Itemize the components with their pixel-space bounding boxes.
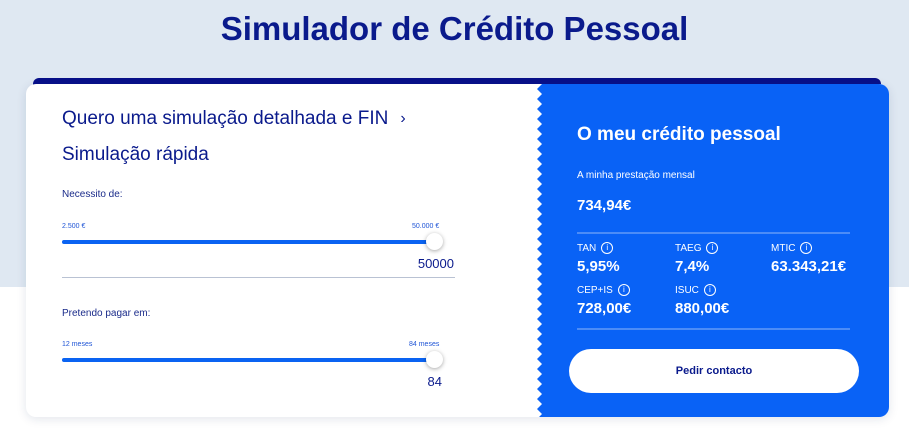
stat-isuc-value: 880,00€ — [675, 300, 730, 317]
term-max-label: 84 meses — [409, 341, 440, 348]
stat-cep-is: CEP+IS i 728,00€ — [577, 284, 631, 317]
stat-mtic: MTIC i 63.343,21€ — [771, 242, 846, 275]
stat-mtic-value: 63.343,21€ — [771, 258, 847, 275]
term-label: Pretendo pagar em: — [62, 308, 151, 319]
simulation-panel: Quero uma simulação detalhada e FIN › Si… — [26, 84, 546, 417]
quick-simulation-title: Simulação rápida — [62, 144, 209, 165]
request-contact-button[interactable]: Pedir contacto — [569, 349, 859, 393]
info-icon[interactable]: i — [601, 242, 614, 254]
amount-label: Necessito de: — [62, 189, 123, 200]
stat-taeg-label: TAEG — [675, 242, 702, 254]
amount-divider — [62, 277, 455, 278]
stat-mtic-label: MTIC — [771, 242, 796, 254]
ticket-edge-zigzag — [537, 84, 550, 417]
chevron-right-icon: › — [400, 110, 406, 127]
monthly-payment-label: A minha prestação mensal — [577, 170, 695, 181]
stat-cep-is-label: CEP+IS — [577, 284, 613, 296]
result-title: O meu crédito pessoal — [577, 124, 781, 145]
simulator-card: Quero uma simulação detalhada e FIN › Si… — [26, 84, 889, 417]
stat-cep-is-value: 728,00€ — [577, 300, 632, 317]
amount-min-label: 2.500 € — [62, 223, 86, 230]
info-icon[interactable]: i — [706, 242, 719, 254]
amount-slider[interactable] — [62, 233, 443, 250]
term-value[interactable]: 84 — [356, 374, 442, 389]
stat-isuc-label: ISUC — [675, 284, 699, 296]
monthly-payment-value: 734,94€ — [577, 197, 632, 214]
info-icon[interactable]: i — [703, 284, 716, 296]
stat-taeg-value: 7,4% — [675, 258, 710, 275]
info-icon[interactable]: i — [800, 242, 813, 254]
term-slider-thumb[interactable] — [426, 351, 443, 368]
stat-tan: TAN i 5,95% — [577, 242, 620, 275]
result-divider-bottom — [577, 328, 850, 330]
page-title: Simulador de Crédito Pessoal — [220, 10, 689, 47]
detailed-simulation-label: Quero uma simulação detalhada e FIN — [62, 108, 389, 129]
amount-max-label: 50.000 € — [412, 223, 440, 230]
amount-slider-fill — [62, 240, 435, 244]
info-icon[interactable]: i — [617, 284, 630, 296]
result-divider-top — [577, 232, 850, 234]
result-panel: O meu crédito pessoal A minha prestação … — [542, 84, 889, 417]
term-slider-fill — [62, 358, 435, 362]
amount-value[interactable]: 50000 — [356, 256, 454, 271]
term-min-label: 12 meses — [62, 341, 93, 348]
amount-slider-thumb[interactable] — [426, 233, 443, 250]
detailed-simulation-link[interactable]: Quero uma simulação detalhada e FIN › — [62, 108, 406, 130]
stat-tan-value: 5,95% — [577, 258, 620, 275]
stat-taeg: TAEG i 7,4% — [675, 242, 719, 275]
stat-isuc: ISUC i 880,00€ — [675, 284, 729, 317]
term-slider[interactable] — [62, 351, 443, 368]
stat-tan-label: TAN — [577, 242, 597, 254]
